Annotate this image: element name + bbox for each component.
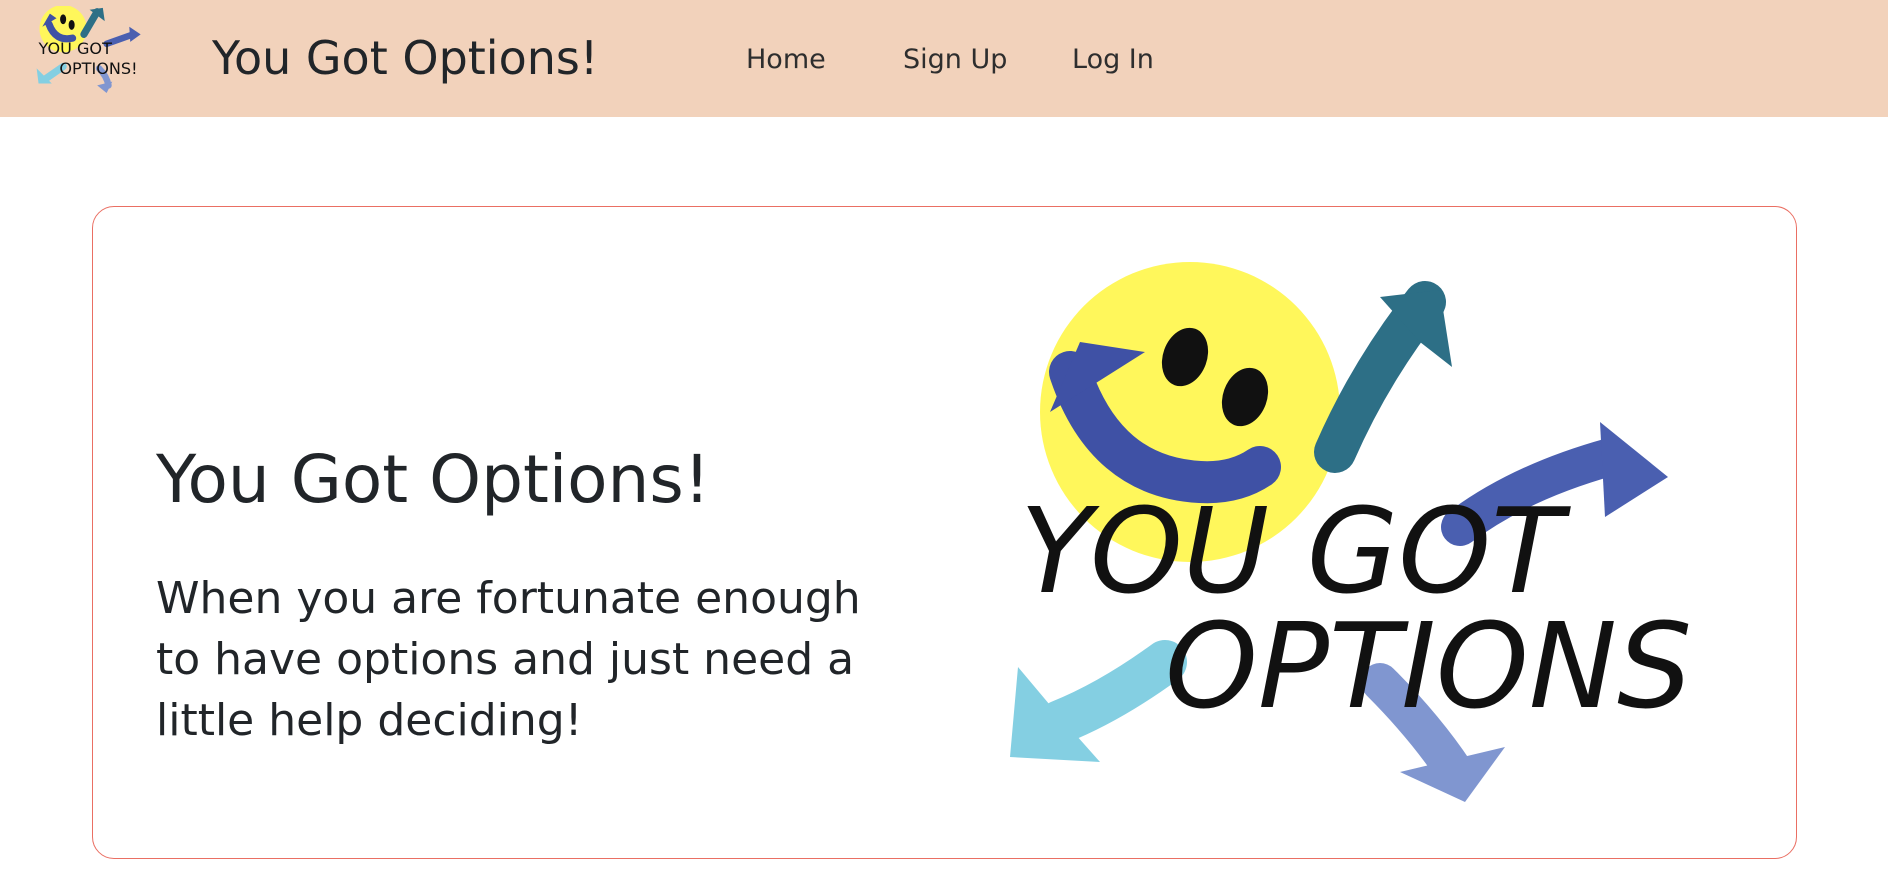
hero-title: You Got Options! [156,441,711,518]
navbar-brand[interactable]: You Got Options! [212,26,598,90]
navbar: YOU GOT OPTIONS! You Got Options! Home S… [0,0,1888,117]
logo-text-line2: OPTIONS! [1165,597,1690,735]
nav-link-sign-up[interactable]: Sign Up [903,38,1007,82]
you-got-options-logo[interactable]: YOU GOT OPTIONS! [32,6,168,110]
you-got-options-logo: YOU GOT OPTIONS! [1010,262,1690,802]
arrow-down-left-icon [1038,640,1187,744]
nav-link-home[interactable]: Home [746,38,826,82]
nav-link-log-in[interactable]: Log In [1072,38,1154,82]
logo-text-line2: OPTIONS! [59,59,137,78]
hero-text: When you are fortunate enough to have op… [156,573,861,746]
logo-text-line1: YOU GOT [38,39,113,58]
